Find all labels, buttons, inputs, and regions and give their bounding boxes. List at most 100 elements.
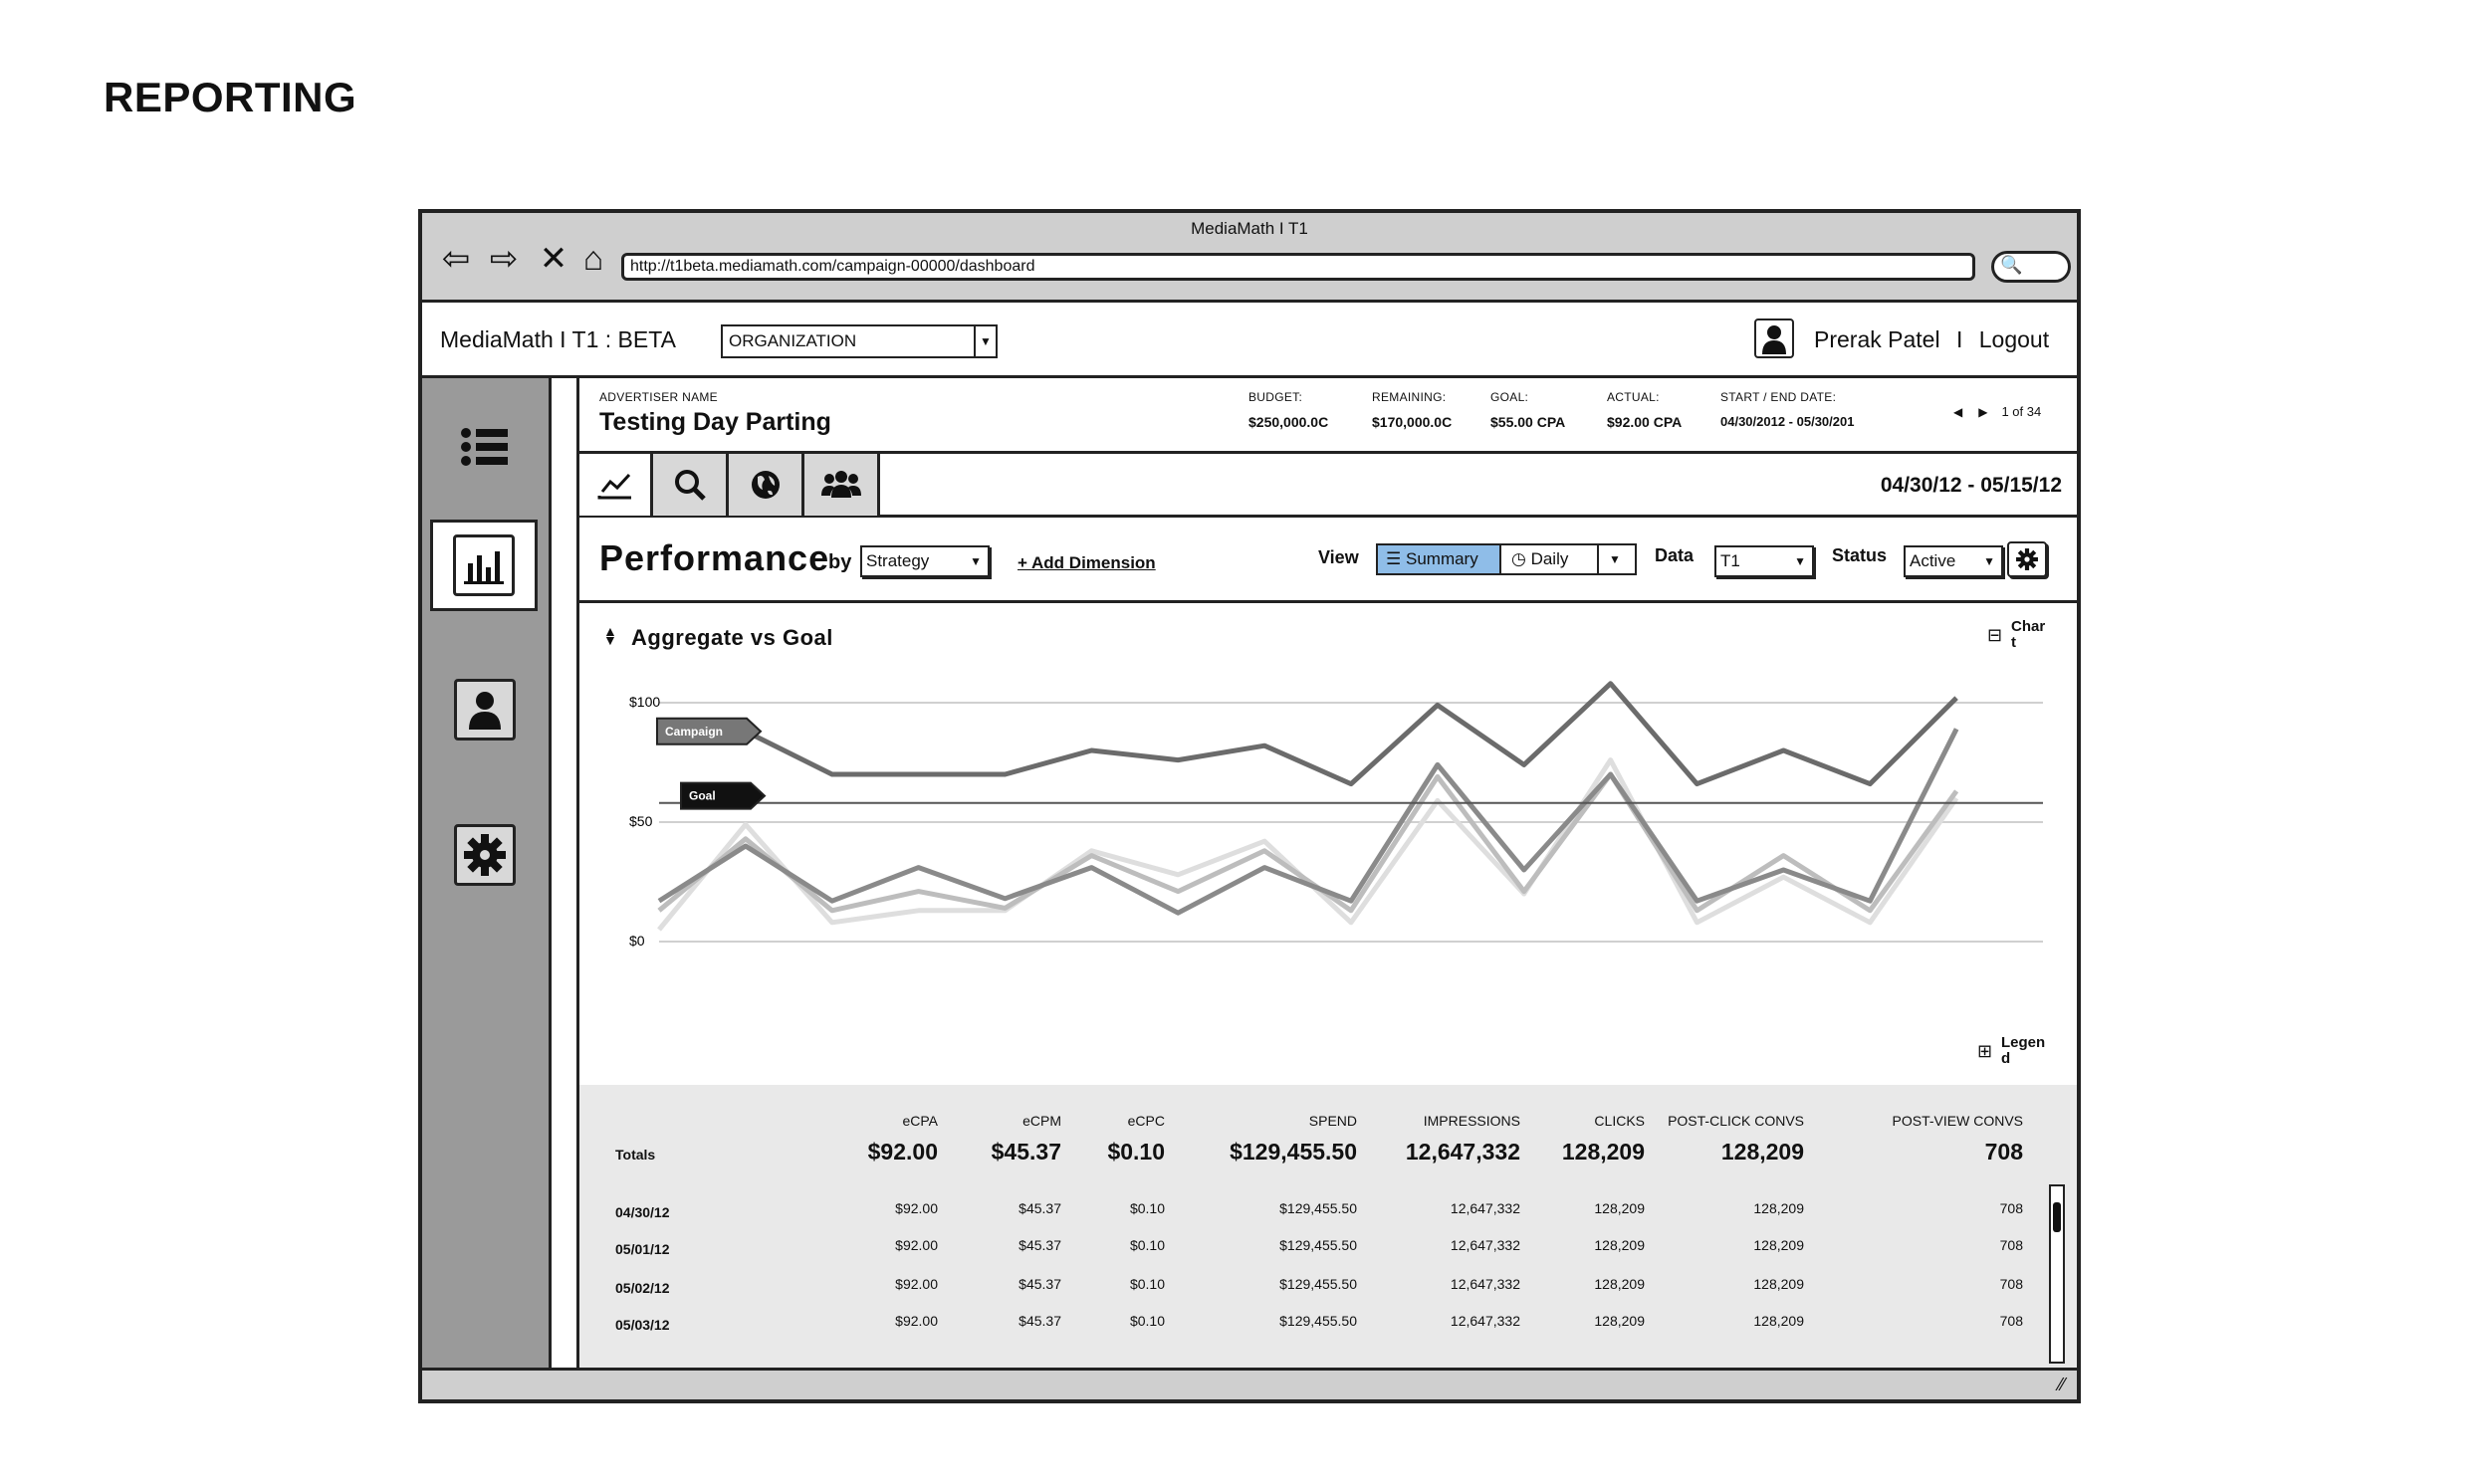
tab-search[interactable] <box>653 454 729 516</box>
window-title: MediaMath I T1 <box>1191 219 1308 238</box>
back-icon[interactable]: ⇦ <box>436 239 476 279</box>
table-cell: $0.10 <box>1129 1237 1165 1253</box>
series-tag-label: Campaign <box>665 725 723 739</box>
column-header[interactable]: POST-CLICK CONVS <box>1585 1113 1804 1129</box>
date-range[interactable]: 04/30/12 - 05/15/12 <box>1881 474 2062 498</box>
view-daily-button[interactable]: ◷ Daily <box>1503 545 1599 573</box>
table-cell: 708 <box>1999 1200 2023 1216</box>
total-value: $0.10 <box>1107 1139 1165 1165</box>
add-dimension-link[interactable]: + Add Dimension <box>1018 553 1156 573</box>
user-icon <box>469 692 501 730</box>
actual-value: $92.00 CPA <box>1607 414 1683 430</box>
remaining-value: $170,000.0C <box>1372 414 1453 430</box>
search-icon: 🔍 <box>2000 255 2023 275</box>
stop-icon[interactable]: ✕ <box>534 239 573 279</box>
status-select-value: Active <box>1910 551 1956 570</box>
gear-icon <box>464 834 506 876</box>
view-dropdown-icon[interactable]: ▼ <box>1609 545 1621 573</box>
table-cell: 128,209 <box>1753 1237 1804 1253</box>
browser-window: MediaMath I T1 ⇦ ⇨ ✕ ⌂ http://t1beta.med… <box>418 209 2081 1403</box>
table-cell: 708 <box>1999 1237 2023 1253</box>
app-header: MediaMath I T1 : BETA ORGANIZATION ▼ Pre… <box>422 303 2077 378</box>
remaining-label: REMAINING: <box>1372 390 1447 404</box>
gear-icon <box>2016 548 2038 570</box>
brand-title: MediaMath I T1 : BETA <box>440 326 676 352</box>
advertiser-summary: ADVERTISER NAME Testing Day Parting BUDG… <box>579 378 2077 454</box>
table-cell: $0.10 <box>1129 1276 1165 1292</box>
scroll-thumb[interactable] <box>2053 1202 2061 1232</box>
line-chart: $0 $50 $100 Campaign Goal <box>629 681 2043 949</box>
settings-button[interactable] <box>2007 541 2047 577</box>
sidebar <box>422 378 552 1368</box>
main-content: ADVERTISER NAME Testing Day Parting BUDG… <box>576 378 2077 1368</box>
user-avatar-icon[interactable] <box>1754 318 1794 358</box>
table-cell: 128,209 <box>1753 1200 1804 1216</box>
logout-link[interactable]: Logout <box>1979 326 2049 352</box>
view-summary-button[interactable]: ☰ Summary <box>1378 545 1501 573</box>
view-tabs: 04/30/12 - 05/15/12 <box>579 454 2077 518</box>
row-date: 04/30/12 <box>615 1204 670 1220</box>
dimension-select[interactable]: Strategy ▼ <box>860 545 990 577</box>
page-heading: REPORTING <box>104 74 357 120</box>
view-summary-label: Summary <box>1405 549 1478 568</box>
sidebar-item-settings[interactable] <box>452 822 518 888</box>
view-daily-label: Daily <box>1530 549 1569 568</box>
table-scrollbar[interactable] <box>2049 1184 2065 1364</box>
y-tick-label: $0 <box>629 933 645 949</box>
column-header[interactable]: eCPC <box>946 1113 1165 1129</box>
sidebar-item-users[interactable] <box>452 677 518 742</box>
browser-search-field[interactable]: 🔍 <box>1991 251 2071 283</box>
status-label: Status <box>1832 545 1888 565</box>
series-line <box>659 681 1958 787</box>
total-value: 708 <box>1984 1139 2023 1165</box>
y-tick-label: $100 <box>629 694 660 710</box>
data-select[interactable]: T1 ▼ <box>1714 545 1814 577</box>
separator: I <box>1955 326 1963 352</box>
trend-line-icon <box>597 473 631 500</box>
resize-handle-icon[interactable]: ⁄⁄ <box>2059 1375 2065 1395</box>
sidebar-item-reporting[interactable] <box>430 520 538 611</box>
chevron-down-icon: ▼ <box>1794 554 1806 568</box>
tab-geography[interactable] <box>729 454 804 516</box>
sidebar-item-list[interactable] <box>452 414 518 480</box>
next-icon[interactable]: ▶ <box>1978 405 1987 419</box>
table-cell: $0.10 <box>1129 1200 1165 1216</box>
home-icon[interactable]: ⌂ <box>573 239 613 279</box>
tab-performance[interactable] <box>579 454 653 516</box>
url-bar[interactable]: http://t1beta.mediamath.com/campaign-000… <box>621 253 1975 281</box>
row-date: 05/01/12 <box>615 1241 670 1257</box>
budget-value: $250,000.0C <box>1248 414 1329 430</box>
list-icon <box>461 428 508 466</box>
goal-label: GOAL: <box>1490 390 1529 404</box>
performance-title: Performance <box>599 537 830 578</box>
browser-status-bar: ⁄⁄ <box>422 1368 2077 1399</box>
totals-table: Totals eCPA $92.00 eCPM $45.37 eCPC $0.10 SPEN… <box>579 1085 2077 1368</box>
sidebar-gutter <box>552 378 576 1368</box>
view-toggle: ☰ Summary ◷ Daily ▼ <box>1376 543 1637 575</box>
forward-icon[interactable]: ⇨ <box>484 239 524 279</box>
pager-count: 1 of 34 <box>2001 404 2042 419</box>
prev-icon[interactable]: ◀ <box>1953 405 1962 419</box>
table-cell: $0.10 <box>1129 1313 1165 1329</box>
organization-select[interactable]: ORGANIZATION ▼ <box>721 324 998 358</box>
row-date: 05/02/12 <box>615 1280 670 1296</box>
tab-audience[interactable] <box>804 454 880 516</box>
magnifier-icon <box>674 470 706 501</box>
bar-chart-icon <box>464 551 504 584</box>
column-header[interactable]: POST-VIEW CONVS <box>1804 1113 2023 1129</box>
aggregate-chart-panel: ▲ ▼ Aggregate vs Goal ⊟ Char t ⊞ Legen d … <box>579 603 2077 1085</box>
totals-label: Totals <box>615 1147 656 1163</box>
browser-chrome: MediaMath I T1 ⇦ ⇨ ✕ ⌂ http://t1beta.med… <box>422 213 2077 303</box>
list-icon: ☰ <box>1386 549 1402 568</box>
goal-value: $55.00 CPA <box>1490 414 1566 430</box>
status-select[interactable]: Active ▼ <box>1904 545 2003 577</box>
data-select-value: T1 <box>1720 551 1740 570</box>
budget-label: BUDGET: <box>1248 390 1303 404</box>
user-name[interactable]: Prerak Patel <box>1814 326 1940 352</box>
y-tick-label: $50 <box>629 813 653 829</box>
chevron-down-icon: ▼ <box>1983 554 1995 568</box>
chevron-down-icon: ▼ <box>974 326 996 356</box>
clock-icon: ◷ <box>1511 549 1526 568</box>
user-area: Prerak Patel I Logout <box>1814 326 2059 353</box>
dates-value: 04/30/2012 - 05/30/201 <box>1720 414 1855 429</box>
